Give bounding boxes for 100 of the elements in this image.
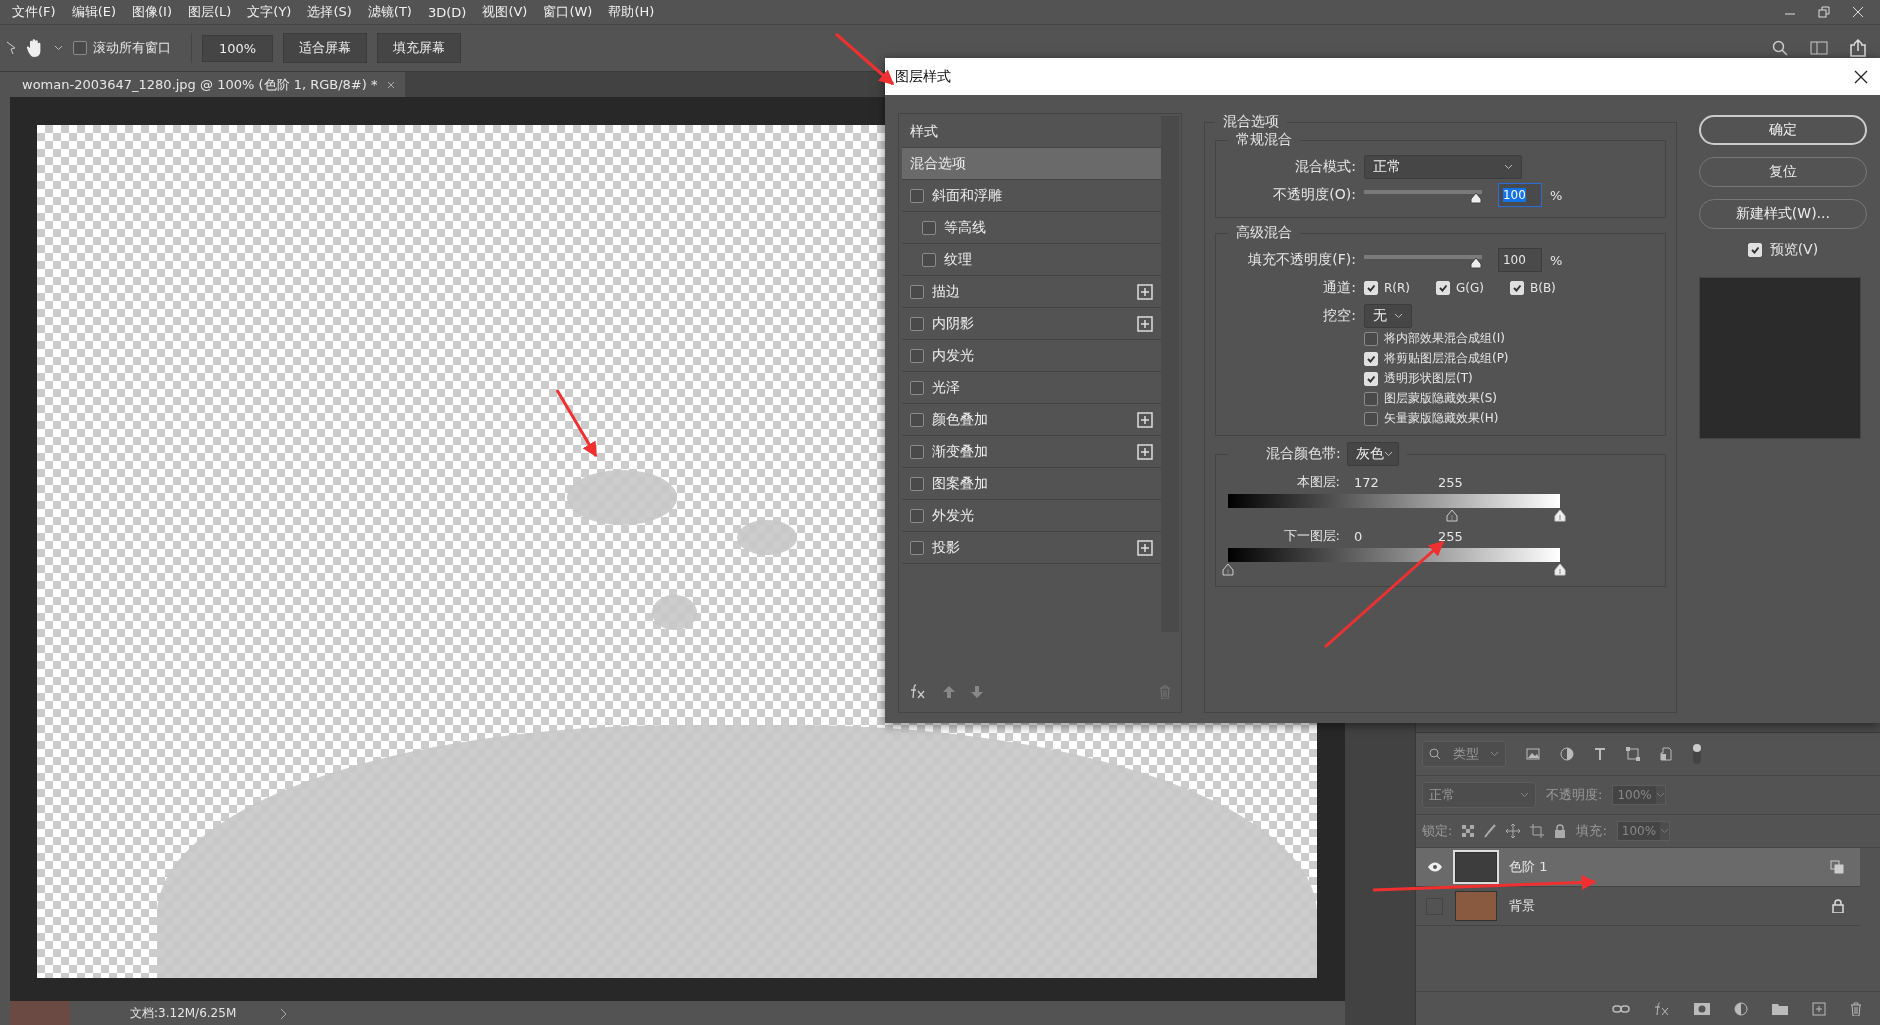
menu-item[interactable]: 编辑(E) [63, 3, 124, 21]
checkbox[interactable] [910, 188, 924, 203]
checkbox[interactable] [910, 380, 924, 395]
smart-object-icon[interactable] [1660, 747, 1672, 761]
panel-icon[interactable] [1810, 41, 1828, 55]
caret-icon [1520, 792, 1529, 798]
menu-item[interactable]: 选择(S) [299, 3, 360, 21]
checkbox[interactable] [922, 252, 936, 267]
caret-icon [1383, 451, 1393, 457]
checkerboard-icon[interactable] [1462, 825, 1475, 837]
opacity-field[interactable]: 100 [1497, 183, 1542, 207]
menu-item[interactable]: 窗口(W) [535, 3, 601, 21]
toggle-icon[interactable] [1692, 743, 1702, 765]
add-icon[interactable] [1136, 443, 1153, 460]
check-icon [1511, 283, 1522, 293]
eye-icon[interactable] [1426, 862, 1443, 872]
up-arrow-icon[interactable] [943, 686, 955, 698]
blend-if-dropdown[interactable]: 灰色 [1346, 442, 1399, 466]
menu-item[interactable]: 3D(D) [419, 4, 475, 20]
new-layer-icon[interactable] [1812, 1002, 1826, 1016]
triangle-icon [1469, 257, 1482, 269]
checkbox[interactable] [73, 41, 87, 55]
chevron-icon[interactable] [280, 1007, 288, 1020]
folder-icon[interactable] [1772, 1003, 1788, 1015]
menu-item[interactable]: 文字(Y) [239, 3, 300, 21]
field-label: 填充不透明度(F): [1247, 251, 1356, 269]
add-icon[interactable] [1136, 411, 1153, 428]
style-item[interactable]: 混合选项 [902, 148, 1161, 180]
caret-icon [1503, 164, 1513, 170]
add-icon[interactable] [1136, 539, 1153, 556]
menu-item[interactable]: 滤镜(T) [359, 3, 420, 21]
checkbox[interactable] [910, 412, 924, 427]
add-icon[interactable] [1136, 315, 1153, 332]
check-icon [1749, 245, 1760, 255]
search-icon[interactable] [1772, 40, 1788, 56]
menu-item[interactable]: 视图(V) [474, 3, 536, 21]
checkbox-label: 矢量蒙版隐藏效果(H) [1383, 410, 1499, 427]
menu-item[interactable]: 文件(F) [4, 3, 64, 21]
blend-mode-dropdown[interactable]: 正常 [1363, 155, 1522, 179]
link-icon[interactable] [1612, 1004, 1630, 1014]
annotation-arrow [555, 389, 598, 458]
close-icon[interactable] [1854, 69, 1868, 84]
caret-icon [54, 45, 63, 51]
fx-icon[interactable] [1654, 1002, 1670, 1016]
field-label: 挖空: [1322, 307, 1356, 325]
dialog-title: 图层样式 [895, 67, 951, 86]
checkbox-label: 图层蒙版隐藏效果(S) [1383, 390, 1497, 407]
document-tab[interactable]: woman-2003647_1280.jpg @ 100% (色阶 1, RGB/8#) * [10, 72, 406, 97]
check-icon [1365, 353, 1376, 364]
restore-icon[interactable] [1818, 6, 1830, 18]
annotation-arrow [835, 32, 895, 86]
add-icon[interactable] [1136, 283, 1153, 300]
layer-row[interactable]: 色阶 1 [1416, 848, 1860, 887]
image-icon[interactable] [1526, 748, 1540, 760]
layer-name: 背景 [1509, 897, 1536, 915]
move-icon[interactable] [1506, 824, 1521, 838]
photo-placeholder [10, 1001, 70, 1025]
share-icon[interactable] [1850, 39, 1866, 57]
checkbox[interactable] [1363, 331, 1378, 346]
trash-icon[interactable] [1850, 1002, 1862, 1016]
menu-item[interactable]: 图层(L) [179, 3, 240, 21]
menu-item[interactable]: 帮助(H) [600, 3, 663, 21]
checkbox[interactable] [910, 540, 924, 555]
slider-thumb[interactable] [1469, 192, 1482, 204]
checkbox[interactable] [910, 348, 924, 363]
photo-placeholder [1455, 891, 1497, 921]
field-label: 混合颜色带: [1265, 445, 1341, 463]
transform-icon[interactable] [1626, 747, 1640, 761]
slider-thumb[interactable] [1469, 257, 1482, 269]
checkbox-label: 滚动所有窗口 [93, 39, 171, 57]
checkbox[interactable] [1363, 411, 1378, 426]
layer-row[interactable]: 背景 [1416, 887, 1860, 926]
half-circle-icon[interactable] [1560, 747, 1574, 761]
opacity-field[interactable]: 100 [1497, 248, 1542, 272]
checkbox[interactable] [910, 284, 924, 299]
mask-icon[interactable] [1694, 1003, 1710, 1015]
checkbox[interactable] [910, 444, 924, 459]
toolbar-button[interactable]: 适合屏幕 [283, 33, 368, 63]
checkbox-label: 透明形状图层(T) [1383, 370, 1473, 387]
triangle-icon [1553, 509, 1566, 522]
checkbox[interactable] [922, 220, 936, 235]
dialog-button[interactable]: 确定 [1698, 115, 1867, 145]
down-arrow-icon[interactable] [971, 686, 983, 698]
fx-icon[interactable] [909, 684, 927, 700]
brush-icon[interactable] [1484, 824, 1497, 838]
checkbox[interactable] [1363, 391, 1378, 406]
group-title: 高级混合 [1234, 224, 1293, 242]
field-label: 混合模式: [1294, 158, 1356, 176]
zoom-field[interactable]: 100% [202, 34, 274, 62]
checkbox[interactable] [910, 508, 924, 523]
menu-item[interactable]: 图像(I) [124, 3, 180, 21]
checkbox[interactable] [910, 316, 924, 331]
knockout-dropdown[interactable]: 无 [1363, 304, 1412, 328]
caret-icon [1660, 828, 1670, 834]
half-circle-icon[interactable] [1734, 1002, 1748, 1016]
type-icon[interactable] [1594, 747, 1606, 761]
crop-icon[interactable] [1530, 824, 1545, 838]
checkbox[interactable] [910, 476, 924, 491]
lock-icon[interactable] [1554, 824, 1567, 838]
toolbar-button[interactable]: 填充屏幕 [377, 33, 462, 63]
